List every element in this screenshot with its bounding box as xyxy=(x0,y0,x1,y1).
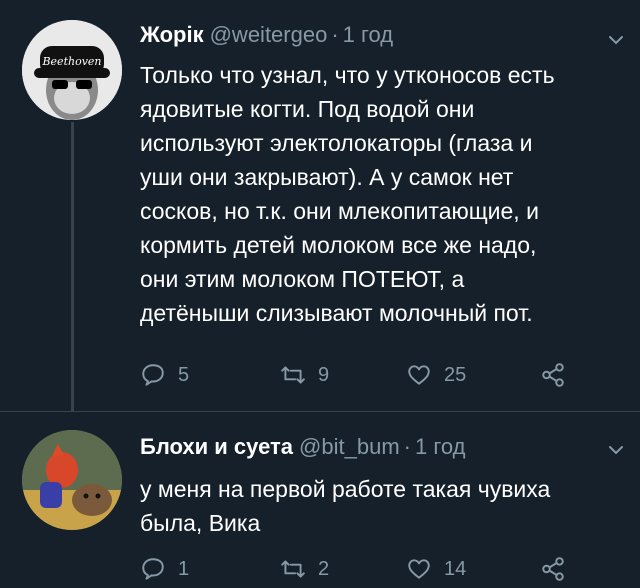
tweet-header: Блохи и суета @bit_bum · 1 год xyxy=(140,434,465,460)
retweet-icon xyxy=(281,560,305,578)
avatar-cap-text: Beethoven xyxy=(41,55,101,68)
author-name[interactable]: Жорік xyxy=(140,22,204,47)
like-icon xyxy=(408,559,430,579)
retweet-icon xyxy=(281,366,305,384)
reply-icon xyxy=(142,364,164,386)
share-icon xyxy=(542,557,564,581)
like-button[interactable]: 25 xyxy=(406,362,466,388)
avatar-image xyxy=(22,430,122,530)
retweet-button[interactable]: 2 xyxy=(280,556,329,582)
tweet-text: Только что узнал, что у утконосов есть я… xyxy=(140,62,555,326)
retweet-count: 2 xyxy=(318,557,330,580)
author-handle[interactable]: @weitergeo xyxy=(210,22,328,47)
share-button[interactable] xyxy=(540,556,566,582)
author-handle[interactable]: @bit_bum xyxy=(299,434,400,459)
like-icon xyxy=(408,365,430,385)
retweet-count: 9 xyxy=(318,363,330,386)
chevron-down-icon[interactable] xyxy=(606,30,626,50)
like-count: 25 xyxy=(444,363,467,386)
tweet-text: у меня на первой работе такая чувиха был… xyxy=(140,476,551,536)
tweet-divider xyxy=(0,411,640,412)
reply-count: 5 xyxy=(178,363,190,386)
like-count: 14 xyxy=(444,557,467,580)
author-name[interactable]: Блохи и суета xyxy=(140,434,293,459)
tweet-header: Жорік @weitergeo · 1 год xyxy=(140,22,393,48)
reply-count: 1 xyxy=(178,557,190,580)
avatar[interactable]: Beethoven xyxy=(22,20,122,120)
timestamp[interactable]: 1 год xyxy=(343,22,393,47)
tweet-actions: 5 9 25 xyxy=(140,362,610,392)
timestamp[interactable]: 1 год xyxy=(415,434,465,459)
like-button[interactable]: 14 xyxy=(406,556,466,582)
avatar[interactable] xyxy=(22,430,122,530)
share-icon xyxy=(542,363,564,387)
reply-icon xyxy=(142,558,164,580)
thread-line xyxy=(71,122,74,412)
separator-dot: · xyxy=(403,434,411,459)
avatar-image: Beethoven xyxy=(22,20,122,120)
tweet-actions: 1 2 14 xyxy=(140,556,610,586)
share-button[interactable] xyxy=(540,362,566,388)
retweet-button[interactable]: 9 xyxy=(280,362,329,388)
separator-dot: · xyxy=(331,22,339,47)
reply-button[interactable]: 1 xyxy=(140,556,189,582)
reply-button[interactable]: 5 xyxy=(140,362,189,388)
chevron-down-icon[interactable] xyxy=(606,440,626,460)
